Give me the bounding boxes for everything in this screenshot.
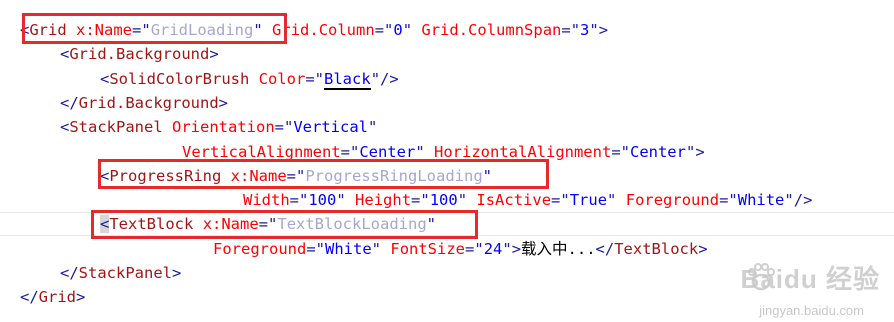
code-line-10: Foreground="White" FontSize="24">载入中...<… bbox=[213, 240, 708, 258]
baidu-watermark-url: jingyan.baidu.com bbox=[759, 303, 864, 318]
highlight-box-grid bbox=[22, 13, 287, 44]
code-line-3: <SolidColorBrush Color="Black"/> bbox=[100, 70, 399, 90]
baidu-watermark: Baidu 经验 bbox=[740, 264, 880, 294]
code-line-12: </Grid> bbox=[20, 288, 86, 306]
highlight-box-progressring bbox=[98, 159, 549, 189]
code-line-11: </StackPanel> bbox=[60, 264, 182, 282]
code-line-8: Width="100" Height="100" IsActive="True"… bbox=[243, 191, 813, 209]
highlight-box-textblock bbox=[91, 210, 478, 239]
code-line-2: <Grid.Background> bbox=[60, 45, 219, 63]
code-line-5: <StackPanel Orientation="Vertical" bbox=[60, 118, 378, 136]
code-line-4: </Grid.Background> bbox=[60, 94, 228, 112]
xaml-code-editor[interactable]: <Grid x:Name="GridLoading" Grid.Column="… bbox=[0, 0, 894, 322]
color-value-underlined: Black bbox=[324, 70, 371, 90]
